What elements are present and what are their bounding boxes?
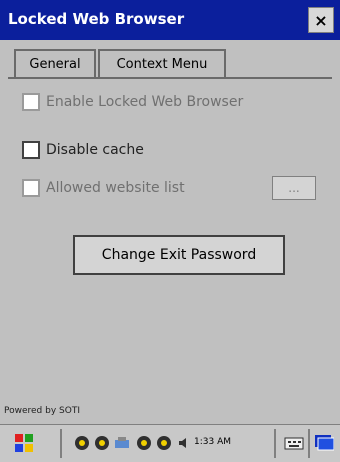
powered-by-label: Powered by SOTI [4, 406, 80, 416]
window-title: Locked Web Browser [8, 10, 185, 28]
tab-context-menu[interactable]: Context Menu [98, 49, 226, 77]
disable-cache-checkbox[interactable] [22, 141, 40, 159]
enable-locked-browser-checkbox[interactable] [22, 93, 40, 111]
sync-icon[interactable] [112, 433, 132, 453]
taskbar-clock[interactable]: 1:33 AM [194, 437, 231, 447]
taskbar-divider [60, 429, 62, 458]
disable-cache-option[interactable]: Disable cache [22, 141, 144, 159]
network-icon-2[interactable] [92, 433, 112, 453]
volume-icon[interactable] [174, 433, 194, 453]
taskbar-divider [274, 429, 276, 458]
taskbar: 1:33 AM [0, 424, 340, 462]
close-icon: × [314, 10, 328, 30]
keyboard-icon[interactable] [284, 433, 304, 453]
taskbar-divider [308, 429, 310, 458]
desktop-icon[interactable] [314, 433, 334, 453]
close-button[interactable]: × [308, 7, 334, 33]
change-exit-password-button[interactable]: Change Exit Password [73, 235, 285, 275]
start-icon[interactable] [14, 433, 34, 453]
allowed-website-list-option[interactable]: Allowed website list [22, 179, 185, 197]
network-icon[interactable] [72, 433, 92, 453]
browse-button[interactable]: ... [272, 176, 316, 200]
disable-cache-label: Disable cache [46, 142, 144, 158]
allowed-website-list-label: Allowed website list [46, 180, 185, 196]
allowed-website-list-checkbox[interactable] [22, 179, 40, 197]
network-icon-3[interactable] [134, 433, 154, 453]
enable-locked-browser-label: Enable Locked Web Browser [46, 94, 244, 110]
tab-general[interactable]: General [14, 49, 96, 79]
tab-strip: General Context Menu [8, 49, 338, 79]
title-bar: Locked Web Browser × [0, 0, 340, 40]
network-icon-4[interactable] [154, 433, 174, 453]
enable-locked-browser-option[interactable]: Enable Locked Web Browser [22, 93, 243, 111]
